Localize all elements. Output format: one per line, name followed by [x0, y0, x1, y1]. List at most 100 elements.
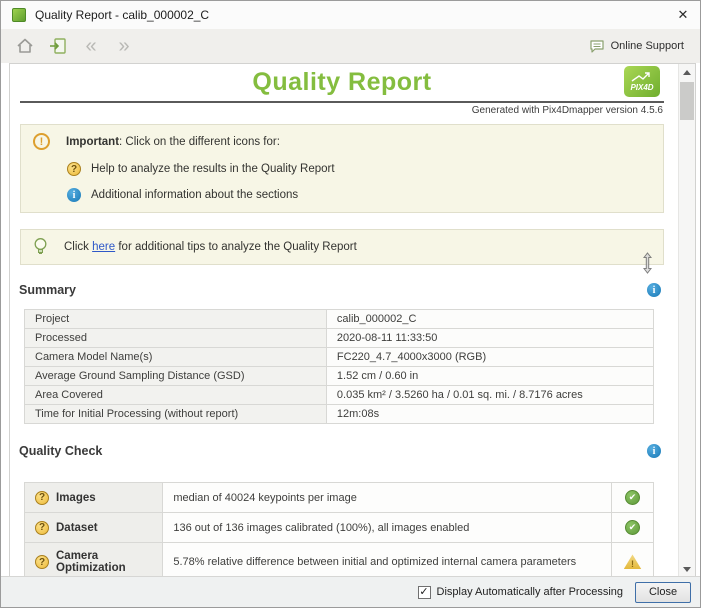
important-intro-rest: : Click on the different icons for:: [119, 136, 280, 148]
toolbar: « » Online Support: [1, 29, 700, 63]
quality-check-section-header: Quality Check i: [19, 444, 661, 458]
home-button[interactable]: [13, 34, 37, 58]
important-notice-box: ! Important: Click on the different icon…: [20, 124, 664, 213]
qc-label: Images: [56, 492, 96, 504]
qc-row-images: ? Images median of 40024 keypoints per i…: [25, 483, 654, 513]
scroll-down-icon: [683, 567, 691, 572]
online-support-label: Online Support: [611, 40, 684, 52]
close-button[interactable]: Close: [635, 582, 691, 603]
scroll-down-button[interactable]: [679, 561, 695, 577]
export-pdf-button[interactable]: [46, 34, 70, 58]
scroll-up-icon: [683, 70, 691, 75]
quality-check-table: ? Images median of 40024 keypoints per i…: [24, 482, 654, 577]
status-icon: ✔ !: [625, 490, 640, 505]
footer-bar: ✓ Display Automatically after Processing…: [1, 576, 700, 607]
forward-icon: »: [118, 36, 129, 56]
summary-label: Average Ground Sampling Distance (GSD): [25, 367, 327, 386]
question-glyph: ?: [71, 164, 77, 175]
info-glyph: i: [653, 285, 656, 296]
summary-row-time: Time for Initial Processing (without rep…: [25, 405, 654, 424]
summary-value: 2020-08-11 11:33:50: [326, 329, 653, 348]
online-support-button[interactable]: Online Support: [589, 39, 684, 54]
display-auto-label: Display Automatically after Processing: [437, 586, 623, 598]
exclamation-glyph: !: [40, 136, 44, 148]
light-bulb-icon: [33, 237, 48, 257]
info-glyph: i: [73, 190, 76, 201]
summary-section-header: Summary i: [19, 283, 661, 297]
important-intro-row: ! Important: Click on the different icon…: [33, 133, 651, 150]
qc-label: Camera Optimization: [56, 550, 152, 574]
display-auto-option[interactable]: ✓ Display Automatically after Processing: [418, 586, 623, 599]
summary-info-icon[interactable]: i: [647, 283, 661, 297]
info-item-text: Additional information about the section…: [91, 189, 298, 201]
status-icon: ✔ !: [624, 554, 642, 569]
important-item-info: i Additional information about the secti…: [67, 188, 651, 202]
quality-check-heading: Quality Check: [19, 444, 102, 458]
info-glyph: i: [653, 446, 656, 457]
summary-label: Project: [25, 310, 327, 329]
generated-note: Generated with Pix4Dmapper version 4.5.6: [16, 105, 663, 116]
qc-description: 136 out of 136 images calibrated (100%),…: [163, 513, 612, 543]
summary-label: Time for Initial Processing (without rep…: [25, 405, 327, 424]
pix4d-logo: PIX4D: [624, 66, 660, 97]
quality-report-window: Quality Report - calib_000002_C ✕ «: [0, 0, 701, 608]
check-icon: ✔: [625, 520, 640, 535]
qc-label: Dataset: [56, 522, 98, 534]
pdf-export-icon: [48, 37, 68, 55]
qc-description: median of 40024 keypoints per image: [163, 483, 612, 513]
forward-button[interactable]: »: [112, 34, 136, 58]
summary-row-area: Area Covered 0.035 km² / 3.5260 ha / 0.0…: [25, 386, 654, 405]
quality-check-info-icon[interactable]: i: [647, 444, 661, 458]
report-title: Quality Report: [16, 68, 668, 97]
header-divider: [20, 101, 664, 103]
logo-chart-arrow-icon: [631, 72, 651, 82]
help-icon[interactable]: ?: [35, 555, 49, 569]
summary-row-gsd: Average Ground Sampling Distance (GSD) 1…: [25, 367, 654, 386]
tip-text: Click here for additional tips to analyz…: [64, 241, 357, 253]
vertical-scrollbar[interactable]: [678, 64, 695, 577]
report-page: Quality Report PIX4D Generated with Pix4…: [10, 64, 678, 577]
question-glyph: ?: [39, 522, 45, 533]
scroll-up-button[interactable]: [679, 64, 695, 80]
help-item-text: Help to analyze the results in the Quali…: [91, 163, 335, 175]
info-icon[interactable]: i: [67, 188, 81, 202]
help-icon[interactable]: ?: [35, 491, 49, 505]
summary-label: Processed: [25, 329, 327, 348]
summary-heading: Summary: [19, 283, 76, 297]
logo-text: PIX4D: [630, 83, 653, 92]
titlebar: Quality Report - calib_000002_C ✕: [1, 1, 700, 29]
display-auto-checkbox[interactable]: ✓: [418, 586, 431, 599]
tip-suffix: for additional tips to analyze the Quali…: [115, 241, 357, 253]
qc-row-camera-optimization: ? Camera Optimization 5.78% relative dif…: [25, 543, 654, 578]
nav-tool-group: « »: [13, 34, 136, 58]
checkmark-icon: ✓: [419, 585, 428, 598]
summary-row-project: Project calib_000002_C: [25, 310, 654, 329]
important-icon: !: [33, 133, 50, 150]
important-label: Important: [66, 136, 119, 148]
warning-icon: !: [624, 554, 642, 569]
help-icon[interactable]: ?: [67, 162, 81, 176]
window-close-button[interactable]: ✕: [666, 1, 700, 29]
resize-cursor-artifact: [643, 252, 652, 274]
question-glyph: ?: [39, 492, 45, 503]
report-header: Quality Report PIX4D: [16, 64, 668, 97]
back-button[interactable]: «: [79, 34, 103, 58]
summary-label: Area Covered: [25, 386, 327, 405]
close-icon: ✕: [678, 7, 689, 23]
check-icon: ✔: [625, 490, 640, 505]
summary-value: 1.52 cm / 0.60 in: [326, 367, 653, 386]
help-icon[interactable]: ?: [35, 521, 49, 535]
back-icon: «: [85, 36, 96, 56]
summary-value: 0.035 km² / 3.5260 ha / 0.01 sq. mi. / 8…: [326, 386, 653, 405]
status-icon: ✔ !: [625, 520, 640, 535]
app-icon: [12, 8, 26, 22]
qc-row-dataset: ? Dataset 136 out of 136 images calibrat…: [25, 513, 654, 543]
tip-here-link[interactable]: here: [92, 241, 115, 253]
summary-value: FC220_4.7_4000x3000 (RGB): [326, 348, 653, 367]
important-intro-text: Important: Click on the different icons …: [66, 136, 280, 148]
speech-bubble-icon: [589, 39, 605, 54]
tip-prefix: Click: [64, 241, 92, 253]
summary-value: calib_000002_C: [326, 310, 653, 329]
window-title: Quality Report - calib_000002_C: [35, 8, 209, 22]
scrollbar-thumb[interactable]: [680, 82, 694, 120]
